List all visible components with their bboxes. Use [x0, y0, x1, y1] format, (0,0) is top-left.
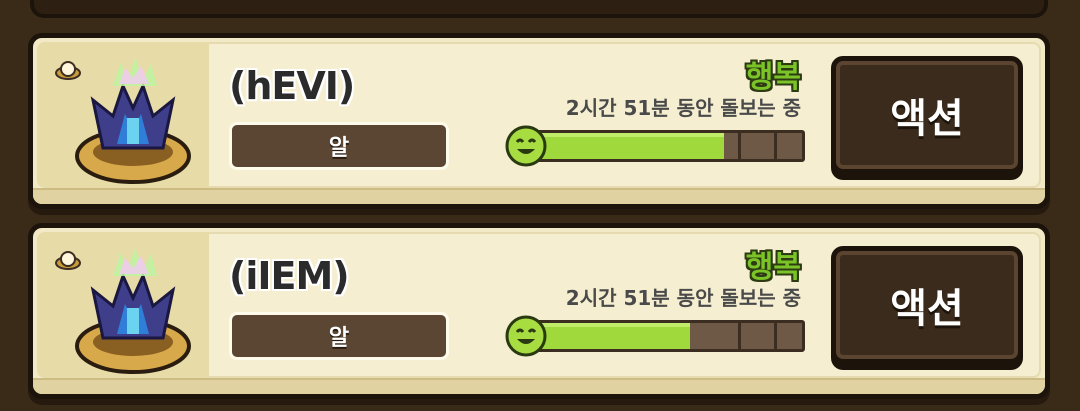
card-bottom-strip: [33, 378, 1045, 394]
bar-divider: [738, 323, 741, 349]
bar-divider: [774, 133, 777, 159]
pet-portrait-panel[interactable]: [37, 42, 209, 188]
previous-pet-card-edge: [30, 0, 1048, 18]
egg-pet-sprite: [75, 248, 191, 374]
happiness-bar-fill: [522, 323, 690, 349]
action-button[interactable]: 액션: [831, 246, 1023, 364]
pet-name: (hEVI): [229, 64, 355, 108]
pet-portrait-panel[interactable]: [37, 232, 209, 378]
bar-divider: [738, 133, 741, 159]
action-button[interactable]: 액션: [831, 56, 1023, 174]
card-bottom-strip: [33, 188, 1045, 204]
pet-card: (hEVI) 알 행복 2시간 51분 동안 돌보는 중 액션: [28, 33, 1050, 209]
care-time-text: 2시간 51분 동안 돌보는 중: [565, 286, 801, 310]
care-time-text: 2시간 51분 동안 돌보는 중: [565, 96, 801, 120]
mood-status: 행복: [745, 250, 801, 285]
happy-face-icon: [505, 315, 547, 357]
egg-pet-sprite: [75, 58, 191, 184]
happiness-bar-fill: [522, 133, 724, 159]
mood-status: 행복: [745, 60, 801, 95]
pet-stage-label: 알: [229, 312, 449, 360]
happiness-bar: [519, 320, 805, 352]
happiness-bar: [519, 130, 805, 162]
bar-divider: [774, 323, 777, 349]
pet-name: (iIEM): [229, 254, 350, 298]
pet-card: (iIEM) 알 행복 2시간 51분 동안 돌보는 중 액션: [28, 223, 1050, 399]
pet-stage-label: 알: [229, 122, 449, 170]
happy-face-icon: [505, 125, 547, 167]
